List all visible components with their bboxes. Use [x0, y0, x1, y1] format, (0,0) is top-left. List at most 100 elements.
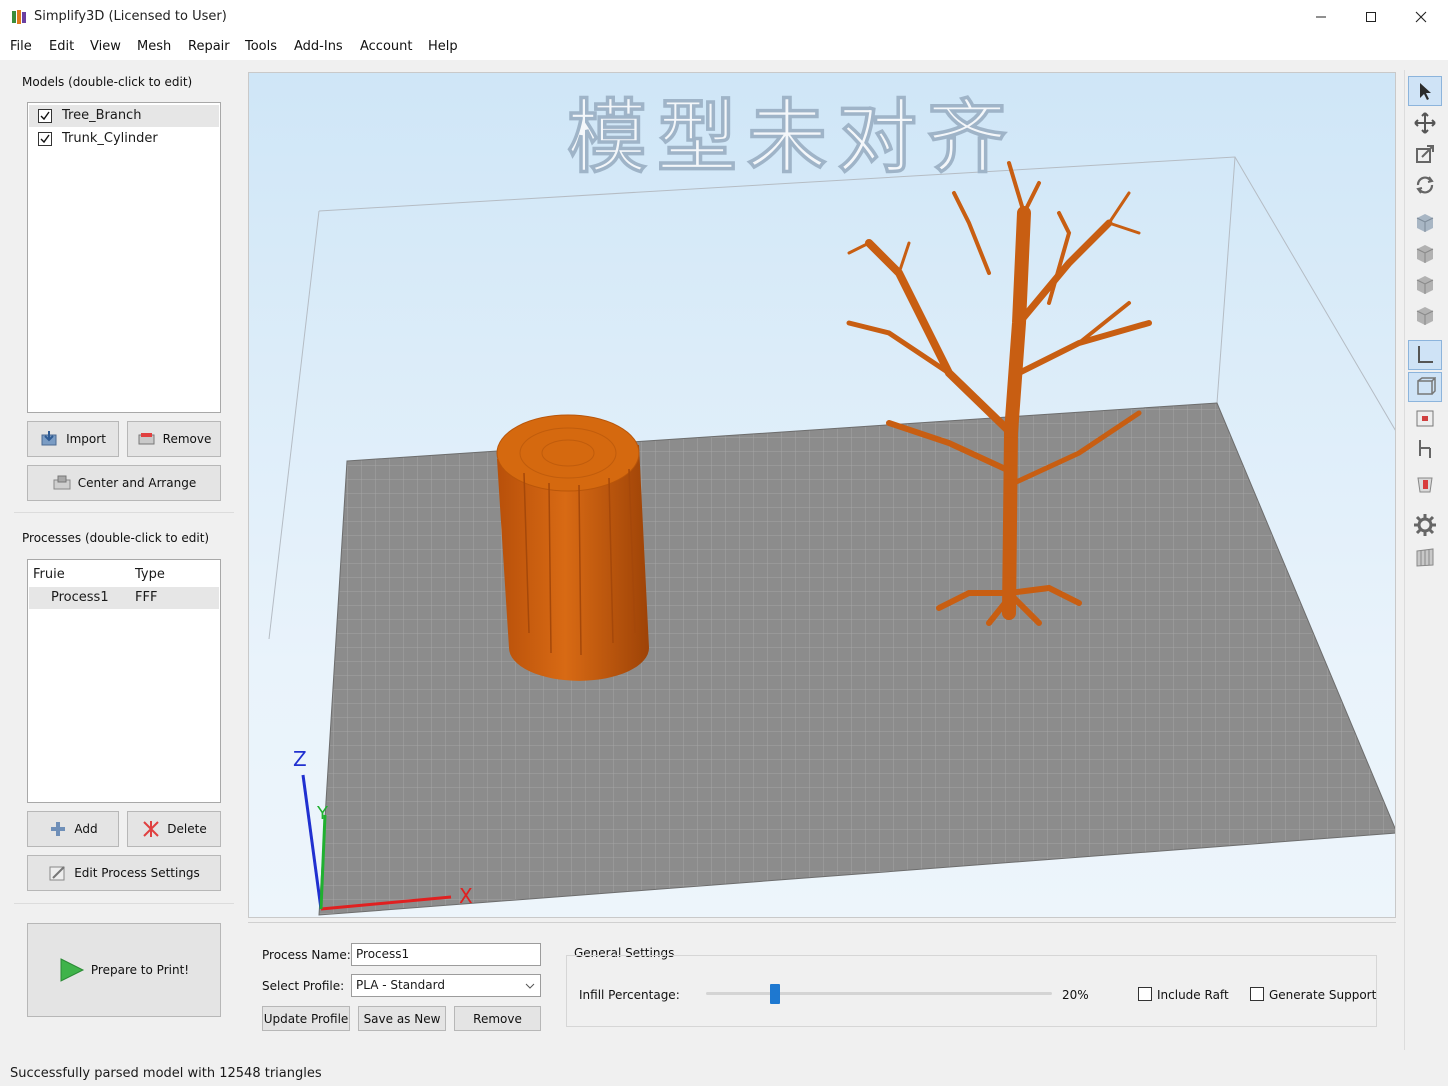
prepare-to-print-button[interactable]: Prepare to Print!: [27, 923, 221, 1017]
settings-gear-icon: [1414, 514, 1436, 536]
menu-view[interactable]: View: [90, 39, 121, 54]
view-default-button[interactable]: [1408, 208, 1442, 238]
axis-x-label: X: [459, 884, 473, 908]
model-visible-checkbox[interactable]: [38, 109, 52, 123]
support-icon: [1417, 477, 1433, 493]
infill-slider-handle[interactable]: [770, 984, 781, 1004]
processes-group-label: Processes (double-click to edit): [22, 531, 210, 545]
save-as-new-button[interactable]: Save as New: [358, 1006, 446, 1031]
process-type-cell: FFF: [135, 590, 158, 605]
update-profile-button[interactable]: Update Profile: [262, 1006, 350, 1031]
remove-model-button[interactable]: Remove: [127, 421, 221, 457]
process-name-cell: Process1: [51, 590, 109, 605]
add-process-button[interactable]: Add: [27, 811, 119, 847]
remove-label: Remove: [162, 432, 212, 446]
close-button[interactable]: [1398, 0, 1444, 34]
generate-support-label: Generate Support: [1269, 988, 1377, 1002]
menu-edit[interactable]: Edit: [49, 39, 74, 54]
minimize-button[interactable]: [1298, 0, 1344, 34]
remove-printer-icon: [138, 433, 155, 445]
import-label: Import: [66, 432, 106, 446]
model-name: Tree_Branch: [62, 108, 142, 123]
settings-button[interactable]: [1408, 510, 1442, 540]
section-divider: [14, 512, 234, 513]
checkmark-icon: [40, 111, 50, 121]
status-bar: Successfully parsed model with 12548 tri…: [0, 1062, 1448, 1086]
print-bed: [318, 402, 1395, 916]
3d-viewport[interactable]: X Z Y 模型未对齐: [248, 72, 1396, 918]
rotate-tool-button[interactable]: [1408, 170, 1442, 200]
include-raft-checkbox[interactable]: [1138, 987, 1152, 1001]
menu-repair[interactable]: Repair: [188, 39, 230, 54]
tool-axis-button[interactable]: [1408, 434, 1442, 464]
view-side-button[interactable]: [1408, 270, 1442, 300]
delete-label: Delete: [167, 822, 207, 836]
status-text: Successfully parsed model with 12548 tri…: [10, 1066, 322, 1081]
view-top-button[interactable]: [1408, 301, 1442, 331]
simplify3d-logo-icon: [12, 10, 26, 24]
menu-account[interactable]: Account: [360, 39, 413, 54]
checkmark-icon: [40, 134, 50, 144]
chevron-down-icon: [525, 983, 535, 989]
select-profile-label: Select Profile:: [262, 979, 345, 993]
view-side-icon: [1416, 276, 1434, 294]
layer-view-button[interactable]: [1408, 542, 1442, 572]
models-group-label: Models (double-click to edit): [22, 75, 193, 89]
support-tool-button[interactable]: [1408, 470, 1442, 500]
scene-canvas: X Z Y 模型未对齐: [268, 91, 1395, 916]
model-item-trunk-cylinder[interactable]: Trunk_Cylinder: [29, 128, 219, 150]
model-item-tree-branch[interactable]: Tree_Branch: [29, 105, 219, 127]
cross-section-button[interactable]: [1408, 403, 1442, 433]
scale-tool-button[interactable]: [1408, 139, 1442, 169]
maximize-button[interactable]: [1348, 0, 1394, 34]
build-volume-icon: [1417, 377, 1436, 395]
toggle-build-volume-button[interactable]: [1408, 372, 1442, 402]
menu-file[interactable]: File: [10, 39, 32, 54]
generate-support-checkbox[interactable]: [1250, 987, 1264, 1001]
edit-pencil-icon: [49, 866, 65, 881]
model-visible-checkbox[interactable]: [38, 132, 52, 146]
menu-help[interactable]: Help: [428, 39, 458, 54]
process-settings-panel: Process Name: Process1 Select Profile: P…: [248, 922, 1396, 1044]
import-button[interactable]: Import: [27, 421, 119, 457]
toolbar-divider: [1404, 70, 1405, 1050]
view-front-button[interactable]: [1408, 239, 1442, 269]
models-list[interactable]: Tree_Branch Trunk_Cylinder: [27, 102, 221, 413]
move-tool-button[interactable]: [1408, 108, 1442, 138]
profile-select[interactable]: PLA - Standard: [351, 974, 541, 997]
processes-table[interactable]: Fruie Type Process1 FFF: [27, 559, 221, 803]
menu-bar: File Edit View Mesh Repair Tools Add-Ins…: [0, 34, 1448, 60]
table-row[interactable]: Process1 FFF: [29, 587, 219, 609]
close-icon: [1415, 11, 1427, 23]
menu-mesh[interactable]: Mesh: [137, 39, 171, 54]
toggle-axes-button[interactable]: [1408, 340, 1442, 370]
edit-process-settings-button[interactable]: Edit Process Settings: [27, 855, 221, 891]
infill-percentage-label: Infill Percentage:: [579, 988, 680, 1002]
move-icon: [1414, 112, 1436, 134]
delete-process-button[interactable]: Delete: [127, 811, 221, 847]
profile-selected-value: PLA - Standard: [356, 978, 445, 992]
overlay-title: 模型未对齐: [567, 91, 1017, 184]
remove-profile-button[interactable]: Remove: [454, 1006, 541, 1031]
infill-slider-track[interactable]: [706, 984, 1052, 1004]
center-arrange-button[interactable]: Center and Arrange: [27, 465, 221, 501]
plus-icon: [51, 822, 66, 836]
menu-tools[interactable]: Tools: [245, 39, 277, 54]
process-name-input[interactable]: Process1: [351, 943, 541, 966]
axes-icon: [1418, 346, 1433, 363]
column-header-name[interactable]: Fruie: [33, 567, 65, 582]
view-front-icon: [1416, 245, 1434, 263]
add-label: Add: [74, 822, 98, 836]
section-divider: [14, 903, 234, 904]
select-icon: [1420, 83, 1431, 100]
trunk-cylinder-model[interactable]: [496, 414, 649, 681]
scale-icon: [1416, 145, 1434, 163]
prepare-label: Prepare to Print!: [90, 963, 190, 977]
cross-section-icon: [1416, 410, 1434, 427]
select-tool-button[interactable]: [1408, 76, 1442, 106]
tool-axis-icon: [1419, 440, 1431, 458]
menu-add-ins[interactable]: Add-Ins: [294, 39, 343, 54]
delete-x-icon: [143, 821, 159, 837]
column-header-type[interactable]: Type: [135, 567, 165, 582]
infill-value: 20%: [1062, 988, 1089, 1002]
